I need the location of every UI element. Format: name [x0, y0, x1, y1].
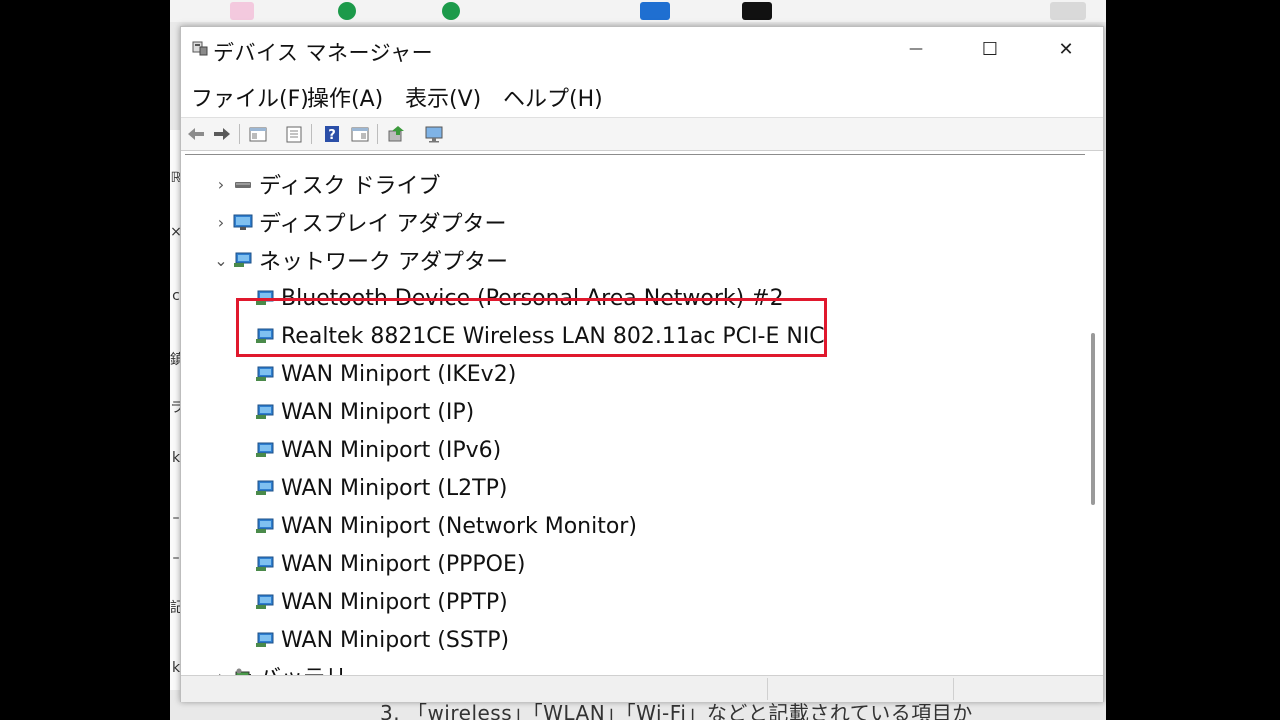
scrollbar-thumb[interactable] — [1091, 333, 1095, 505]
tree-device-item[interactable]: WAN Miniport (IP) — [255, 395, 474, 429]
tree-device-item[interactable]: WAN Miniport (PPTP) — [255, 585, 508, 619]
tree-device-item[interactable]: WAN Miniport (SSTP) — [255, 623, 509, 657]
scan-hardware-button[interactable] — [423, 123, 445, 145]
status-bar — [181, 675, 1103, 702]
maximize-button[interactable]: ☐ — [953, 27, 1027, 71]
tree-device-item[interactable]: WAN Miniport (Network Monitor) — [255, 509, 637, 543]
network-adapter-icon — [256, 594, 274, 609]
display-adapter-icon — [233, 214, 253, 230]
minimize-icon: — — [909, 41, 923, 57]
toolbar: ? — [181, 118, 1103, 151]
network-adapter-icon — [234, 252, 252, 267]
scan-hardware-icon — [425, 126, 443, 143]
close-button[interactable]: ✕ — [1029, 27, 1103, 71]
network-adapter-icon — [256, 518, 274, 533]
category-label: バッテリ — [259, 660, 347, 676]
svg-text:?: ? — [328, 128, 336, 143]
chevron-right-icon[interactable]: › — [213, 213, 229, 232]
disk-drive-icon — [235, 182, 251, 188]
chevron-right-icon[interactable]: › — [213, 175, 229, 194]
properties-icon — [286, 126, 302, 143]
category-label: ディスプレイ アダプター — [259, 212, 507, 237]
network-adapter-icon — [256, 556, 274, 571]
device-tree: › ディスク ドライブ › ディスプレイ アダプター ⌄ ネットワーク アダプタ… — [185, 154, 1085, 676]
close-icon: ✕ — [1058, 38, 1074, 60]
properties-button[interactable] — [283, 123, 305, 145]
window-title: デバイス マネージャー — [213, 41, 434, 65]
highlight-box — [236, 298, 827, 357]
device-manager-window: デバイス マネージャー — ☐ ✕ ファイル(F) 操作(A) 表示(V) ヘル… — [180, 26, 1104, 702]
network-adapter-icon — [256, 480, 274, 495]
device-label: WAN Miniport (SSTP) — [281, 627, 510, 653]
device-label: WAN Miniport (L2TP) — [281, 475, 508, 501]
menu-action[interactable]: 操作(A) — [307, 81, 383, 113]
tree-device-item[interactable]: WAN Miniport (PPPOE) — [255, 547, 525, 581]
update-driver-icon — [388, 126, 404, 142]
device-label: WAN Miniport (PPPOE) — [281, 551, 526, 577]
tree-device-item[interactable]: WAN Miniport (IPv6) — [255, 433, 501, 467]
help-button[interactable]: ? — [321, 123, 343, 145]
action-pane-icon — [351, 127, 369, 142]
network-adapter-icon — [256, 366, 274, 381]
chevron-down-icon[interactable]: ⌄ — [213, 251, 229, 270]
category-label: ネットワーク アダプター — [259, 250, 508, 275]
action-pane-button[interactable] — [349, 123, 371, 145]
tree-device-item[interactable]: WAN Miniport (IKEv2) — [255, 357, 516, 391]
vertical-scrollbar[interactable] — [1085, 155, 1101, 675]
tree-device-item[interactable]: WAN Miniport (L2TP) — [255, 471, 507, 505]
network-adapter-icon — [256, 404, 274, 419]
forward-button[interactable] — [211, 123, 233, 145]
device-manager-icon — [192, 41, 208, 56]
back-button[interactable] — [185, 123, 207, 145]
category-label: ディスク ドライブ — [259, 174, 441, 199]
forward-icon — [214, 128, 230, 140]
background-taskbar — [170, 0, 1106, 22]
network-adapter-icon — [256, 632, 274, 647]
help-icon: ? — [325, 126, 339, 143]
menu-bar: ファイル(F) 操作(A) 表示(V) ヘルプ(H) — [181, 73, 1103, 118]
show-hide-tree-button[interactable] — [247, 123, 269, 145]
network-adapter-icon — [256, 442, 274, 457]
device-label: WAN Miniport (IKEv2) — [281, 361, 517, 387]
show-hide-tree-icon — [249, 127, 267, 142]
menu-view[interactable]: 表示(V) — [405, 81, 481, 113]
device-label: WAN Miniport (IPv6) — [281, 437, 502, 463]
device-label: WAN Miniport (PPTP) — [281, 589, 508, 615]
maximize-icon: ☐ — [981, 38, 999, 60]
device-label: WAN Miniport (Network Monitor) — [281, 513, 637, 539]
update-driver-button[interactable] — [385, 123, 407, 145]
device-label: WAN Miniport (IP) — [281, 399, 475, 425]
menu-file[interactable]: ファイル(F) — [191, 81, 309, 113]
minimize-button[interactable]: — — [879, 27, 953, 71]
menu-help[interactable]: ヘルプ(H) — [503, 81, 603, 113]
back-icon — [188, 128, 204, 140]
title-bar[interactable]: デバイス マネージャー — ☐ ✕ — [181, 27, 1103, 73]
